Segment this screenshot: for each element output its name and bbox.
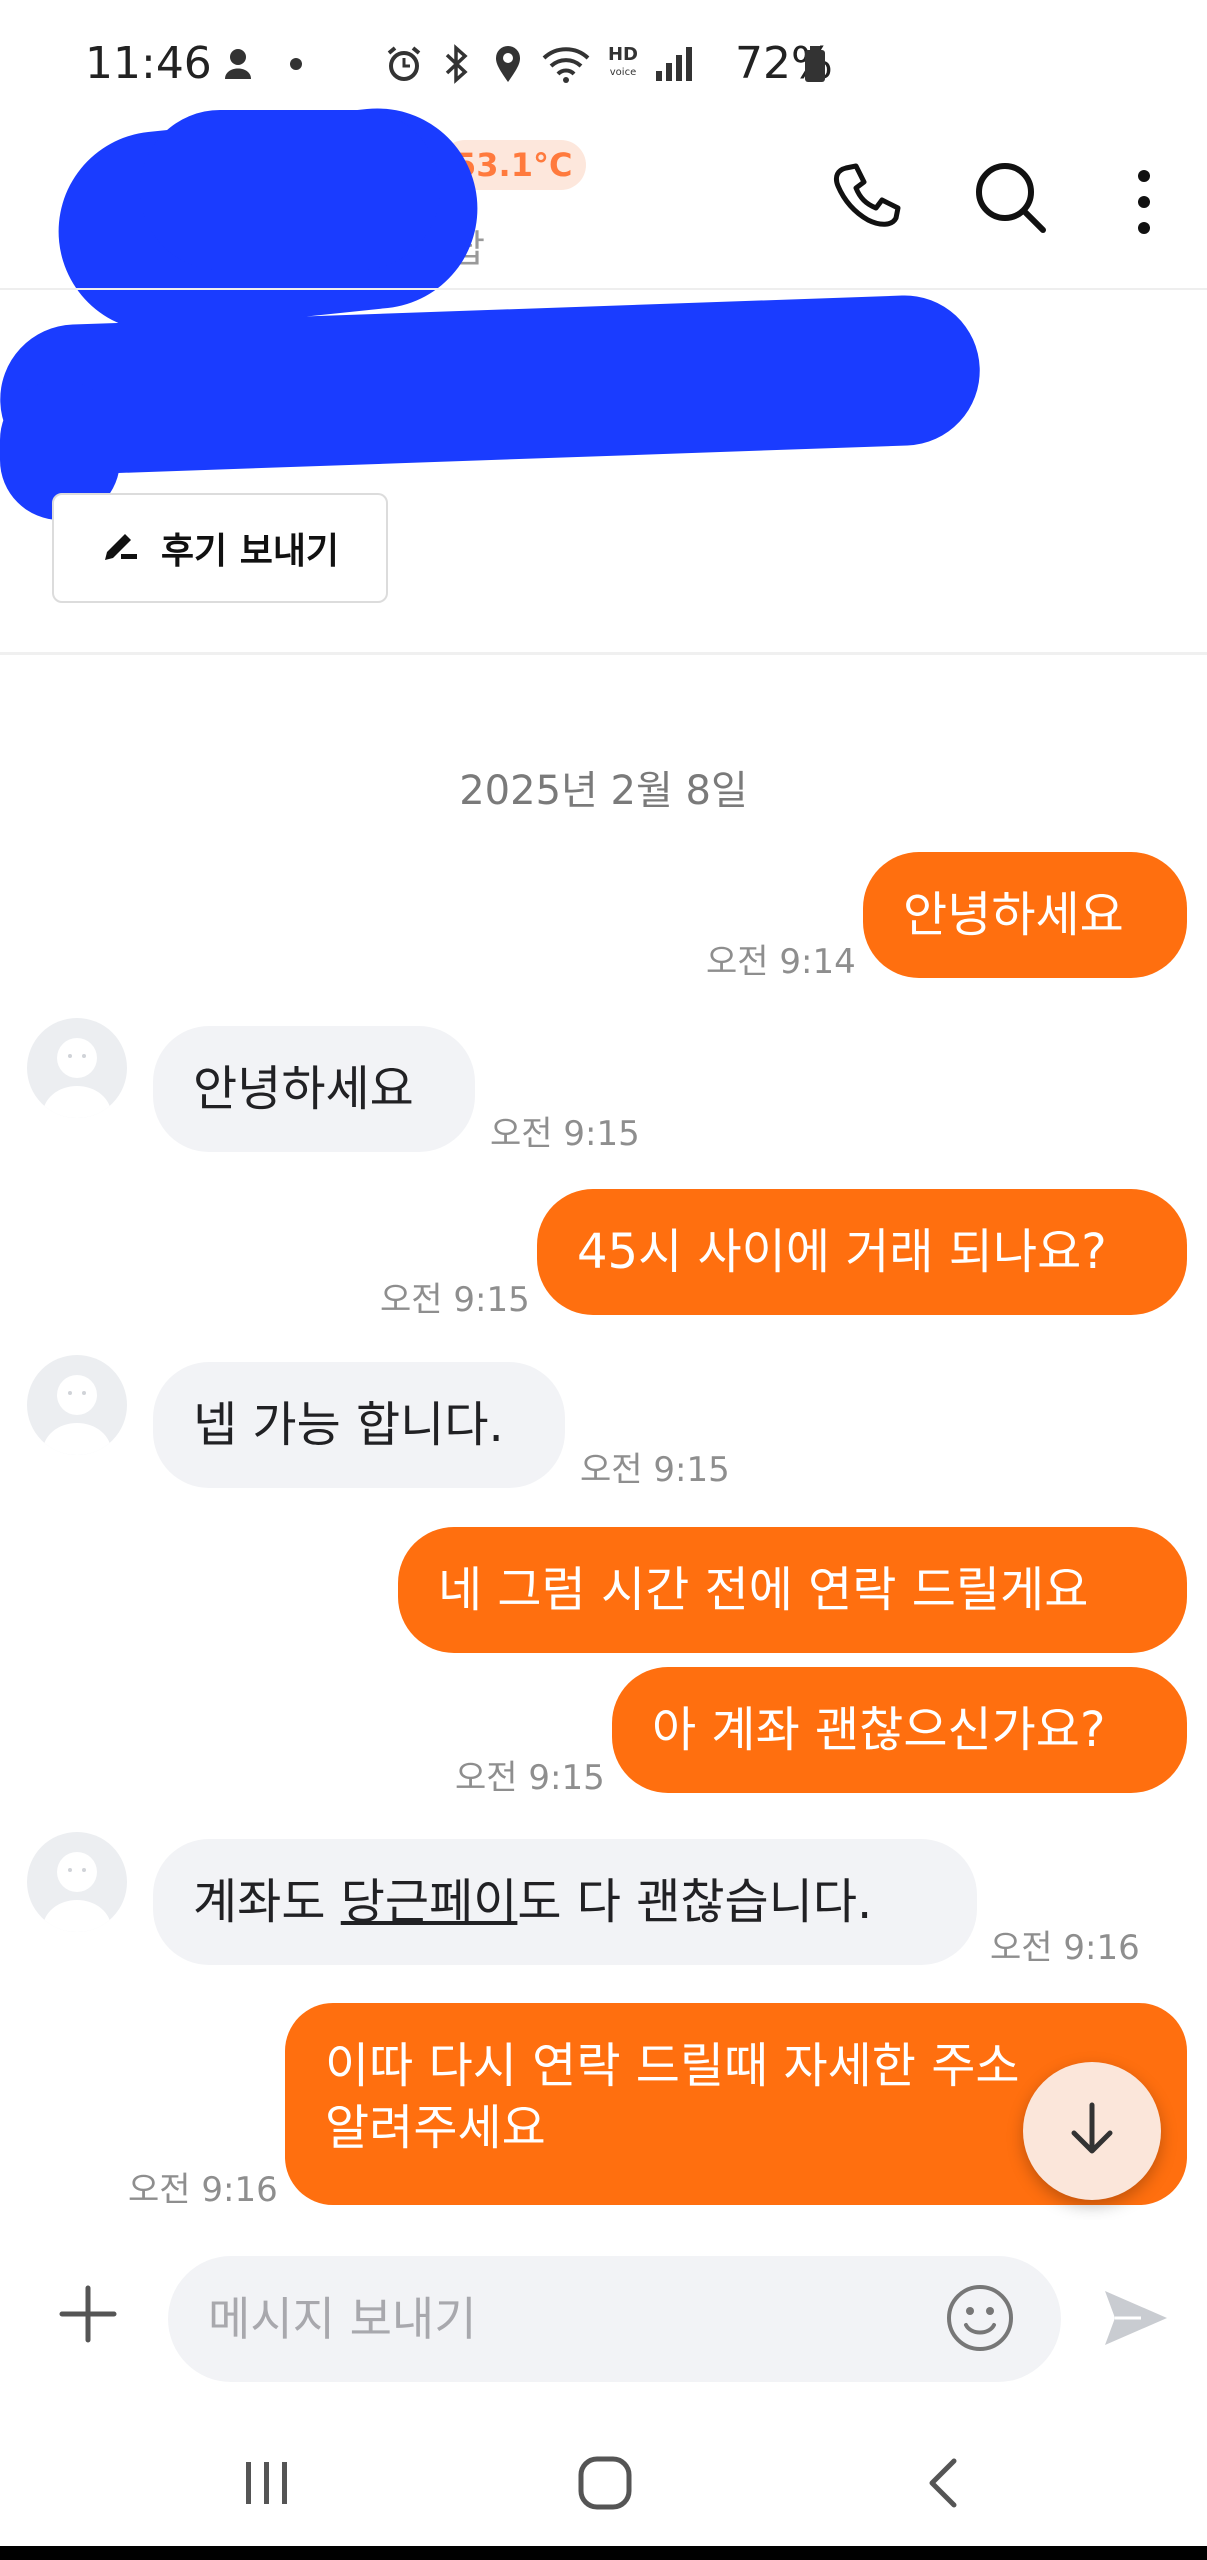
- search-icon[interactable]: [973, 160, 1049, 236]
- signal-icon: [652, 42, 696, 86]
- outgoing-message[interactable]: 아 계좌 괜찮으신가요?: [612, 1667, 1187, 1793]
- outgoing-message[interactable]: 네 그럼 시간 전에 연락 드릴게요: [398, 1527, 1187, 1653]
- chat-date: 2025년 2월 8일: [459, 768, 748, 814]
- message-time: 오전 9:15: [455, 1758, 605, 1798]
- bluetooth-icon: [436, 42, 476, 86]
- home-icon: [575, 2453, 635, 2517]
- outgoing-message[interactable]: 안녕하세요: [863, 852, 1187, 978]
- more-vert-icon[interactable]: [1126, 166, 1162, 238]
- send-icon: [1101, 2285, 1171, 2355]
- avatar[interactable]: [27, 1355, 127, 1455]
- recents-icon: [240, 2456, 294, 2514]
- message-time: 오전 9:16: [128, 2170, 278, 2210]
- message-time: 오전 9:16: [990, 1928, 1140, 1968]
- avatar[interactable]: [27, 1832, 127, 1932]
- home-button[interactable]: [560, 2440, 650, 2530]
- message-line: 이따 다시 연락 드릴때 자세한 주소: [325, 2038, 1020, 2094]
- send-button[interactable]: [1096, 2280, 1176, 2360]
- hd-label: HD: [607, 44, 638, 65]
- message-time: 오전 9:15: [490, 1114, 640, 1154]
- arrow-down-icon: [1060, 2097, 1124, 2165]
- message-text: 도 다 괜찮습니다.: [517, 1874, 873, 1930]
- scroll-to-bottom-button[interactable]: [1023, 2062, 1161, 2200]
- status-time: 11:46: [85, 38, 212, 89]
- outgoing-message[interactable]: 45시 사이에 거래 되나요?: [537, 1189, 1187, 1315]
- incoming-message[interactable]: 안녕하세요: [153, 1026, 475, 1152]
- avatar[interactable]: [27, 1018, 127, 1118]
- hd-voice-icon: HD voice: [607, 44, 638, 79]
- emoji-button[interactable]: [940, 2280, 1020, 2360]
- location-icon: [488, 42, 528, 86]
- send-review-button[interactable]: 후기 보내기: [52, 493, 388, 603]
- header-divider: [0, 288, 1207, 290]
- attach-plus-button[interactable]: [48, 2276, 128, 2356]
- dot-icon: [286, 42, 306, 86]
- recent-apps-button[interactable]: [222, 2440, 312, 2530]
- smiley-icon: [945, 2283, 1015, 2357]
- message-time: 오전 9:14: [706, 942, 856, 982]
- section-divider: [0, 652, 1207, 655]
- phone-icon[interactable]: [830, 160, 902, 232]
- pencil-icon: [101, 524, 141, 573]
- message-time: 오전 9:15: [580, 1450, 730, 1490]
- redaction-mark: [140, 110, 440, 270]
- plus-icon: [58, 2284, 118, 2348]
- app-notification-icon: [218, 42, 258, 86]
- send-review-label: 후기 보내기: [160, 531, 340, 572]
- incoming-message[interactable]: 계좌도 당근페이도 다 괜찮습니다.: [153, 1839, 977, 1965]
- incoming-message[interactable]: 넵 가능 합니다.: [153, 1362, 565, 1488]
- wifi-icon: [538, 42, 594, 86]
- dangeun-pay-link[interactable]: 당근페이: [341, 1874, 518, 1930]
- screen-bottom-edge: [0, 2546, 1207, 2560]
- battery-icon: [800, 42, 830, 86]
- message-input[interactable]: [168, 2256, 1061, 2382]
- message-text: 계좌도: [193, 1874, 341, 1930]
- back-button[interactable]: [898, 2440, 988, 2530]
- chevron-left-icon: [918, 2453, 968, 2517]
- alarm-icon: [382, 42, 426, 86]
- message-time: 오전 9:15: [380, 1280, 530, 1320]
